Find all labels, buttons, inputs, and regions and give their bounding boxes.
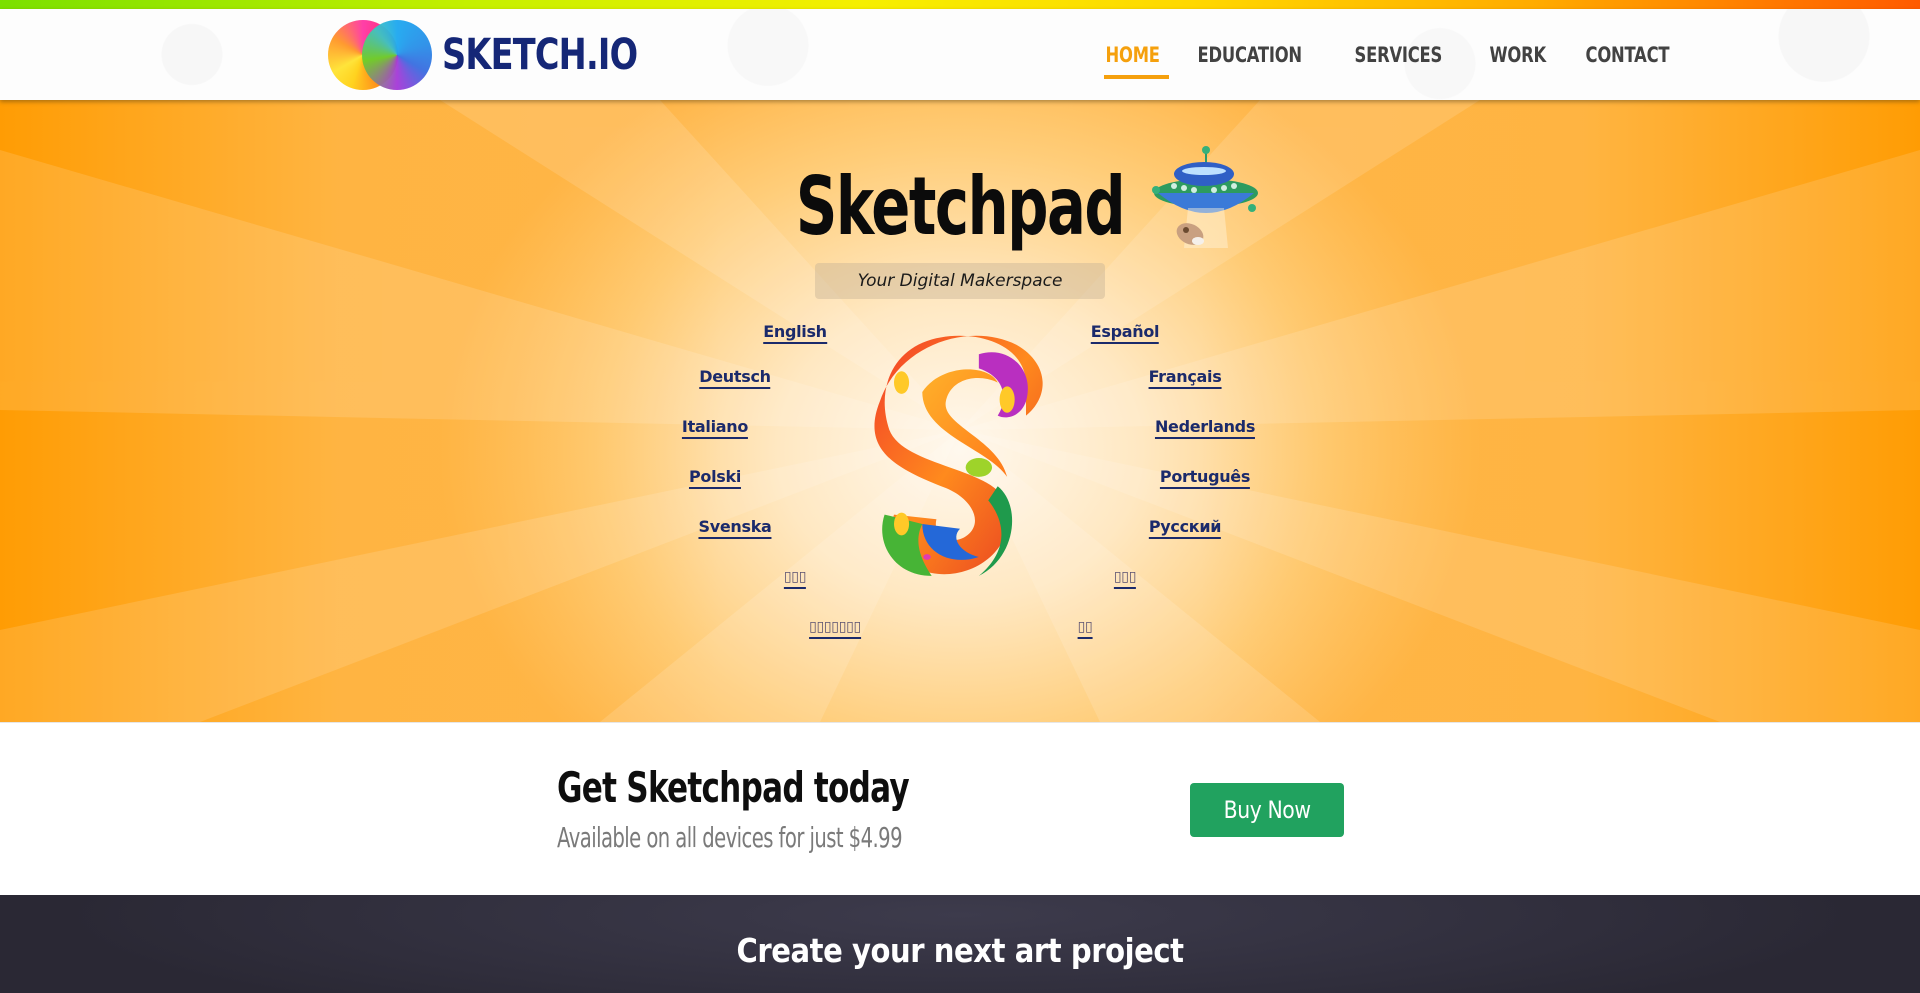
lang-link-francais[interactable]: Français [1148, 367, 1222, 389]
nav-item-services-wrap: SERVICES [1353, 37, 1488, 73]
nav-item-work-wrap: WORK [1488, 37, 1583, 73]
ufo-abducting-cow-icon [1152, 146, 1258, 248]
lang-link-deutsch[interactable]: Deutsch [699, 367, 771, 389]
nav-item-work[interactable]: WORK [1488, 37, 1547, 73]
logo-circle-cool [362, 20, 432, 90]
sketchpad-s-logo-icon [874, 335, 1043, 576]
nav-item-home[interactable]: HOME [1104, 37, 1161, 73]
lang-link-cjk-right-1[interactable]: ▯▯▯ [1113, 567, 1136, 589]
lang-link-cjk-left-1[interactable]: ▯▯▯ [783, 567, 806, 589]
lang-link-english[interactable]: English [763, 322, 827, 344]
lang-link-polski[interactable]: Polski [688, 467, 741, 489]
lang-link-italiano[interactable]: Italiano [681, 417, 748, 439]
lang-link-cjk-left-2[interactable]: ▯▯▯▯▯▯▯ [809, 617, 861, 639]
buy-now-button[interactable]: Buy Now [1190, 783, 1344, 837]
lang-link-nederlands[interactable]: Nederlands [1154, 417, 1255, 439]
lang-link-portugues[interactable]: Português [1159, 467, 1250, 489]
nav-item-services[interactable]: SERVICES [1353, 37, 1444, 73]
cta-title: Get Sketchpad today [557, 763, 910, 812]
nav-item-home-wrap: HOME [1104, 37, 1196, 79]
top-rainbow-bar [0, 0, 1920, 9]
hero-title: Sketchpad [795, 160, 1126, 253]
nav-item-education[interactable]: EDUCATION [1196, 37, 1303, 73]
rainbow-circles-icon [328, 20, 432, 90]
hero-tagline: Your Digital Makerspace [815, 263, 1105, 299]
hero-section: Sketchpad Your Digital Makerspace Englis… [0, 100, 1920, 722]
main-nav: HOME EDUCATION SERVICES WORK CONTACT [1104, 9, 1714, 100]
cta-section: Get Sketchpad today Available on all dev… [0, 722, 1920, 895]
nav-item-contact-wrap: CONTACT [1584, 37, 1714, 73]
nav-item-education-wrap: EDUCATION [1196, 37, 1353, 73]
lang-link-espanol[interactable]: Español [1090, 322, 1160, 344]
lang-link-cjk-right-2[interactable]: ▯▯ [1077, 617, 1093, 639]
cta-subtitle: Available on all devices for just $4.99 [557, 821, 903, 854]
lang-link-svenska[interactable]: Svenska [698, 517, 772, 539]
lang-link-russian[interactable]: Русский [1148, 517, 1221, 539]
logo-link[interactable]: SKETCH.IO [328, 20, 692, 90]
brand-name: SKETCH.IO [442, 30, 638, 80]
buy-now-label: Buy Now [1223, 796, 1311, 824]
site-header: SKETCH.IO HOME EDUCATION SERVICES WORK C… [0, 9, 1920, 100]
nav-item-contact[interactable]: CONTACT [1584, 37, 1671, 73]
feature-band-title: Create your next art project [736, 931, 1184, 970]
feature-band: Create your next art project [0, 895, 1920, 993]
